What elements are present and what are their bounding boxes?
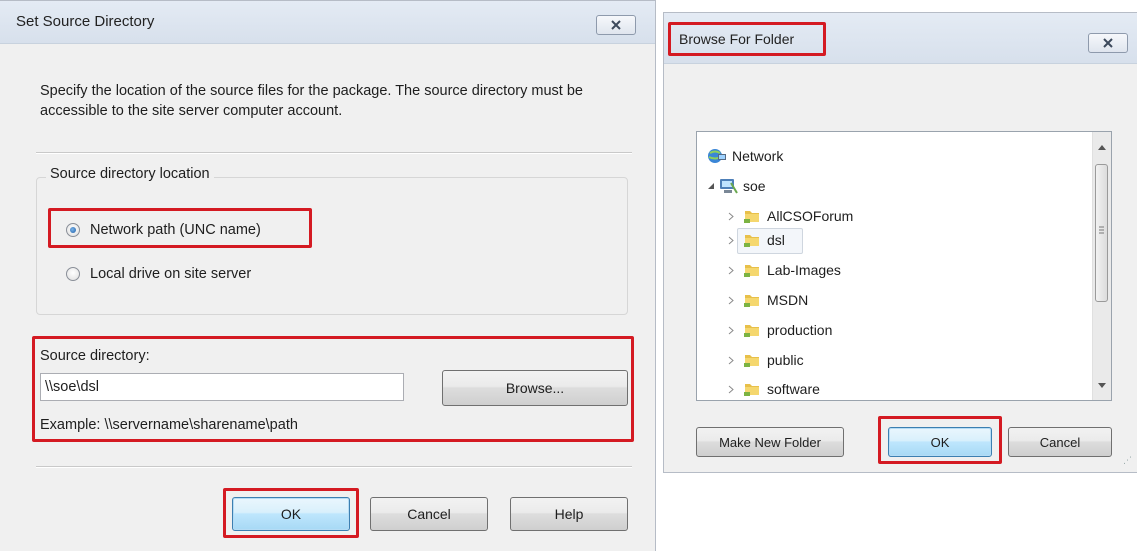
dialog-description: Specify the location of the source files… xyxy=(40,83,583,119)
tree-item-folder[interactable]: Lab-Images xyxy=(725,260,841,280)
network-icon xyxy=(708,149,726,163)
cancel-button[interactable]: Cancel xyxy=(370,497,488,531)
scroll-up-arrow-icon[interactable] xyxy=(1093,138,1111,156)
radio-local-label: Local drive on site server xyxy=(90,266,252,282)
tree-label: production xyxy=(767,322,833,338)
tree-label: MSDN xyxy=(767,292,809,308)
collapsed-arrow-icon[interactable] xyxy=(725,266,737,275)
tree-label: AllCSOForum xyxy=(767,208,854,224)
collapsed-arrow-icon[interactable] xyxy=(725,212,737,221)
browse-for-folder-dialog: Browse For Folder Network soe AllCSOForu… xyxy=(663,12,1137,473)
collapsed-arrow-icon[interactable] xyxy=(725,236,737,245)
source-directory-input[interactable]: \\soe\dsl xyxy=(40,373,404,401)
collapsed-arrow-icon[interactable] xyxy=(725,326,737,335)
source-location-group xyxy=(36,177,628,315)
example-text: Example: \\servername\sharename\path xyxy=(40,417,298,433)
expanded-arrow-icon[interactable] xyxy=(707,182,715,190)
radio-network-path[interactable]: Network path (UNC name) xyxy=(66,222,261,238)
shared-folder-icon xyxy=(744,325,759,337)
source-directory-label: Source directory: xyxy=(40,348,150,364)
tree-label: dsl xyxy=(767,232,785,248)
tree-item-folder[interactable]: public xyxy=(725,350,804,370)
close-button[interactable] xyxy=(1088,33,1128,53)
scroll-down-arrow-icon[interactable] xyxy=(1093,376,1111,394)
tree-item-folder[interactable]: production xyxy=(725,320,832,340)
radio-local-drive[interactable]: Local drive on site server xyxy=(66,266,251,282)
folder-tree[interactable]: Network soe AllCSOForum dsl Lab-Images M… xyxy=(696,131,1112,401)
tree-label: soe xyxy=(743,178,766,194)
tree-label: software xyxy=(767,381,820,397)
shared-folder-icon xyxy=(744,265,759,277)
radio-network-label: Network path (UNC name) xyxy=(90,222,261,238)
collapsed-arrow-icon[interactable] xyxy=(725,296,737,305)
help-button[interactable]: Help xyxy=(510,497,628,531)
make-new-folder-button[interactable]: Make New Folder xyxy=(696,427,844,457)
shared-folder-icon xyxy=(744,211,759,223)
vertical-scrollbar[interactable] xyxy=(1092,132,1111,400)
group-label: Source directory location xyxy=(46,166,214,182)
tree-item-folder[interactable]: AllCSOForum xyxy=(725,206,853,226)
computer-icon xyxy=(720,179,738,194)
tree-label: public xyxy=(767,352,804,368)
browse-button[interactable]: Browse... xyxy=(442,370,628,406)
separator xyxy=(36,466,632,468)
shared-folder-icon xyxy=(744,235,759,247)
separator xyxy=(36,152,632,154)
tree-item-folder[interactable]: software xyxy=(725,379,820,399)
title-bar: Browse For Folder xyxy=(664,13,1137,64)
title-bar: Set Source Directory xyxy=(0,1,655,44)
close-button[interactable] xyxy=(596,15,636,35)
dialog-title: Set Source Directory xyxy=(16,13,155,30)
dialog-title: Browse For Folder xyxy=(679,31,795,47)
close-icon xyxy=(1103,38,1113,48)
cancel-button[interactable]: Cancel xyxy=(1008,427,1112,457)
shared-folder-icon xyxy=(744,355,759,367)
tree-label: Lab-Images xyxy=(767,262,841,278)
tree-label: Network xyxy=(732,148,784,164)
collapsed-arrow-icon[interactable] xyxy=(725,385,737,394)
scrollbar-thumb[interactable] xyxy=(1095,164,1108,302)
resize-grip-icon[interactable]: ⋰ xyxy=(1123,455,1132,466)
radio-network-indicator[interactable] xyxy=(66,223,80,237)
shared-folder-icon xyxy=(744,384,759,396)
close-icon xyxy=(611,20,621,30)
radio-local-indicator[interactable] xyxy=(66,267,80,281)
collapsed-arrow-icon[interactable] xyxy=(725,356,737,365)
tree-item-soe[interactable]: soe xyxy=(707,176,766,196)
tree-item-folder[interactable]: MSDN xyxy=(725,290,808,310)
ok-button[interactable]: OK xyxy=(232,497,350,531)
shared-folder-icon xyxy=(744,295,759,307)
ok-button[interactable]: OK xyxy=(888,427,992,457)
tree-item-folder-selected[interactable]: dsl xyxy=(725,230,785,250)
set-source-directory-dialog: Set Source Directory Specify the locatio… xyxy=(0,0,656,551)
tree-item-network[interactable]: Network xyxy=(707,146,783,166)
